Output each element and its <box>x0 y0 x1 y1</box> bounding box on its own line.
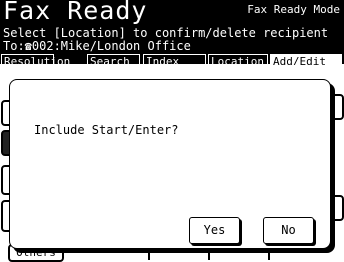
dialog-question: Include Start/Enter? <box>34 123 179 137</box>
header-bar: Fax Ready Fax Ready Mode Select [Locatio… <box>0 0 344 65</box>
page-title: Fax Ready <box>3 0 148 25</box>
tab-index[interactable]: Index <box>143 54 206 65</box>
instruction-text: Select [Location] to confirm/delete reci… <box>3 26 329 40</box>
tab-location[interactable]: Location <box>208 54 268 65</box>
tab-search[interactable]: Search <box>87 54 140 65</box>
confirm-dialog: Include Start/Enter? Yes No <box>9 79 331 249</box>
divider <box>148 248 150 260</box>
divider <box>208 248 210 260</box>
yes-button[interactable]: Yes <box>189 217 240 244</box>
recipient-line: To:☎002:Mike/London Office <box>3 39 191 53</box>
divider <box>268 248 270 260</box>
no-button[interactable]: No <box>263 217 314 244</box>
tab-add-edit[interactable]: Add/Edit <box>270 54 342 65</box>
tab-bar: Resolution Search Index Location Add/Edi… <box>0 54 344 65</box>
tab-resolution[interactable]: Resolution <box>1 54 70 65</box>
mode-indicator: Fax Ready Mode <box>247 3 340 16</box>
